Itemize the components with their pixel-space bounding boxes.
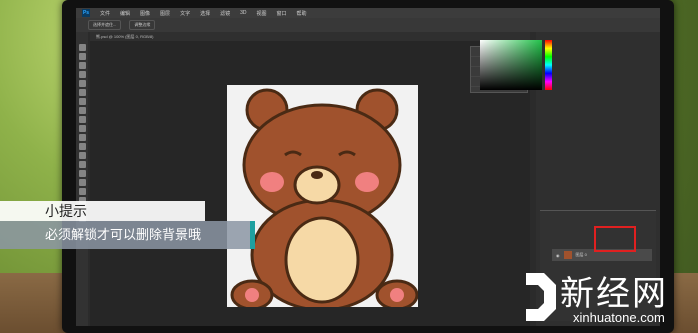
select-and-mask-button[interactable]: 选择并遮住... bbox=[88, 20, 122, 30]
menu-bar: Ps 文件 编辑 图像 图层 文字 选择 滤镜 3D 视图 窗口 帮助 bbox=[76, 8, 660, 18]
path-select-icon[interactable] bbox=[78, 188, 86, 195]
menu-layer[interactable]: 图层 bbox=[160, 10, 170, 17]
move-tool-icon[interactable] bbox=[78, 44, 86, 51]
logo-text-cn: 新经网 bbox=[560, 274, 668, 314]
tip-title: 小提示 bbox=[0, 201, 205, 221]
type-tool-icon[interactable] bbox=[78, 179, 86, 186]
document-tab[interactable]: 熊.psd @ 100% (图层 0, RGB/8) bbox=[90, 32, 530, 41]
gradient-tool-icon[interactable] bbox=[78, 143, 86, 150]
menu-filter[interactable]: 滤镜 bbox=[220, 10, 230, 17]
logo-text-en: xinhuatone.com bbox=[573, 310, 665, 325]
document-canvas[interactable] bbox=[227, 85, 419, 312]
refine-edge-button[interactable]: 调整边缘 bbox=[129, 20, 156, 30]
bear-illustration bbox=[230, 88, 419, 312]
stamp-tool-icon[interactable] bbox=[78, 116, 86, 123]
dodge-tool-icon[interactable] bbox=[78, 161, 86, 168]
menu-edit[interactable]: 编辑 bbox=[120, 10, 130, 17]
layer-thumbnail bbox=[563, 251, 572, 259]
history-brush-icon[interactable] bbox=[78, 125, 86, 132]
menu-image[interactable]: 图像 bbox=[140, 10, 150, 17]
lasso-tool-icon[interactable] bbox=[78, 62, 86, 69]
menu-select[interactable]: 选择 bbox=[200, 10, 210, 17]
hue-slider[interactable] bbox=[545, 40, 552, 90]
blur-tool-icon[interactable] bbox=[78, 152, 86, 159]
layer-visibility-icon[interactable]: ◉ bbox=[556, 253, 560, 258]
eraser-tool-icon[interactable] bbox=[78, 134, 86, 141]
healing-tool-icon[interactable] bbox=[78, 98, 86, 105]
canvas-workspace[interactable] bbox=[90, 41, 530, 326]
pen-tool-icon[interactable] bbox=[78, 170, 86, 177]
marquee-tool-icon[interactable] bbox=[78, 53, 86, 60]
menu-help[interactable]: 帮助 bbox=[297, 10, 307, 17]
brush-tool-icon[interactable] bbox=[78, 107, 86, 114]
menu-view[interactable]: 视图 bbox=[257, 10, 267, 17]
quick-select-tool-icon[interactable] bbox=[78, 71, 86, 78]
tip-body: 必须解锁才可以删除背景哦 bbox=[0, 221, 252, 249]
menu-type[interactable]: 文字 bbox=[180, 10, 190, 17]
menu-3d[interactable]: 3D bbox=[240, 10, 246, 16]
menu-file[interactable]: 文件 bbox=[100, 10, 110, 17]
ps-logo-icon: Ps bbox=[82, 9, 90, 17]
layer-lock-highlight bbox=[594, 226, 636, 252]
layer-name[interactable]: 图层 0 bbox=[576, 252, 587, 258]
crop-tool-icon[interactable] bbox=[78, 80, 86, 87]
tip-accent-bar bbox=[250, 221, 255, 249]
options-bar: 选择并遮住... 调整边缘 bbox=[76, 18, 660, 32]
tools-panel bbox=[76, 32, 88, 326]
eyedropper-tool-icon[interactable] bbox=[78, 89, 86, 96]
color-picker-field[interactable] bbox=[480, 40, 542, 90]
menu-window[interactable]: 窗口 bbox=[277, 10, 287, 17]
